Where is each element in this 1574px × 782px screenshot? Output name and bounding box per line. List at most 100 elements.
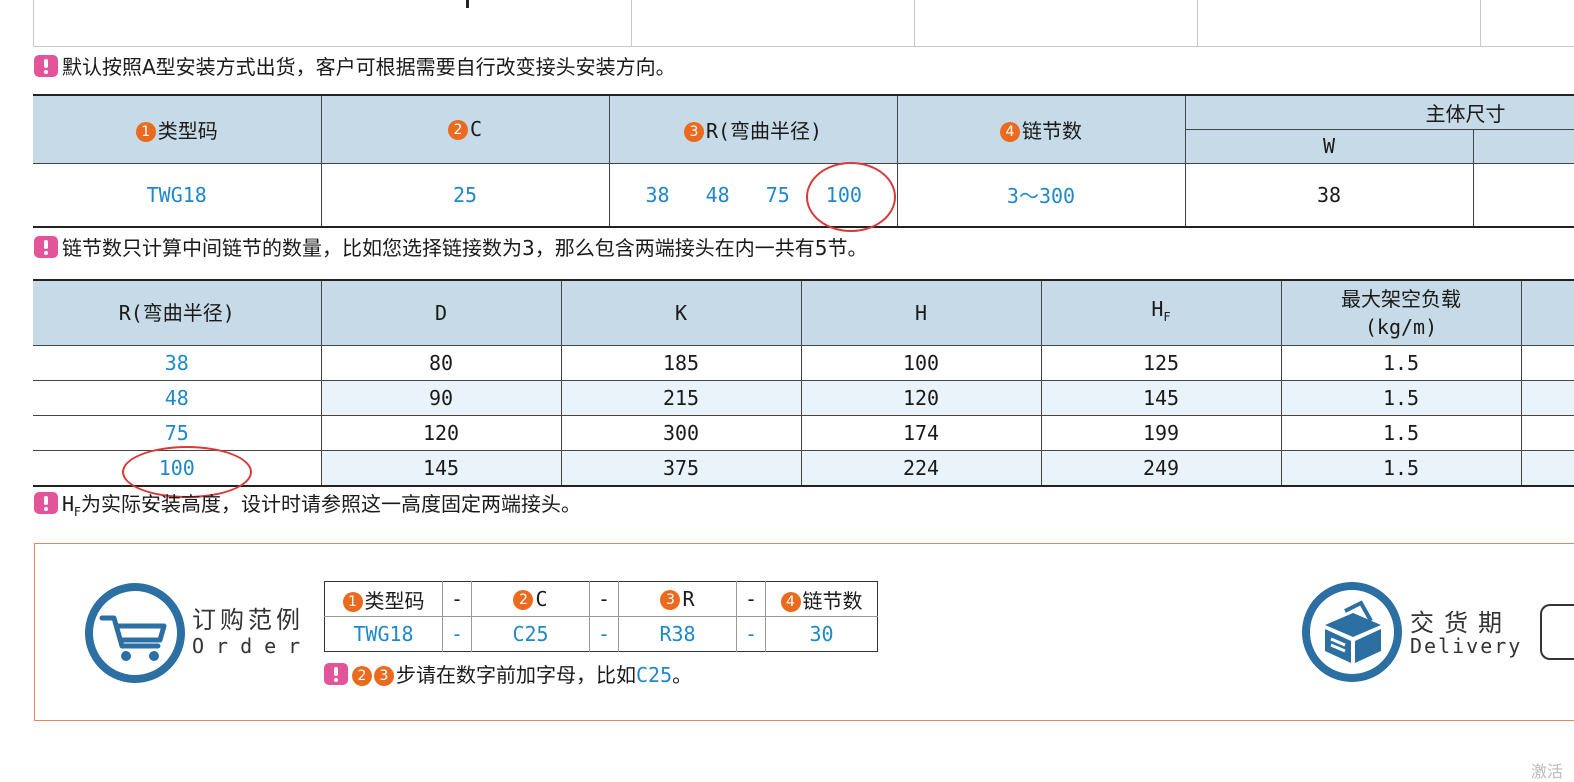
- header-blank: [1473, 129, 1574, 163]
- dim-hf: 145: [1041, 381, 1281, 416]
- hf-note-text: 为实际安装高度，设计时请参照这一高度固定两端接头。: [81, 492, 581, 516]
- header-r-label: R(弯曲半径): [706, 119, 822, 143]
- table-row: 48 90 215 120 145 1.5: [33, 381, 1574, 416]
- dim-h: 120: [801, 381, 1041, 416]
- step-4-badge: 4: [781, 592, 801, 612]
- warning-icon: [34, 236, 58, 258]
- warning-icon: [34, 55, 58, 77]
- step-2-badge: 2: [513, 590, 533, 610]
- type-value: TWG18: [33, 163, 321, 227]
- order-note-example: C25: [636, 663, 672, 687]
- table-row: 38 80 185 100 125 1.5: [33, 346, 1574, 381]
- step-2-badge: 2: [448, 120, 468, 140]
- warning-icon: [324, 663, 348, 685]
- order-c-value: C25: [472, 617, 590, 652]
- top-cell: [1198, 0, 1481, 47]
- order-title-en: Order: [192, 634, 312, 658]
- dim-h: 100: [801, 346, 1041, 381]
- highlight-circle: [806, 162, 896, 232]
- dim-k: 300: [561, 416, 801, 451]
- header-r: 3R(弯曲半径): [609, 95, 897, 163]
- dim-header-h: H: [801, 280, 1041, 346]
- dim-r[interactable]: 38: [33, 346, 321, 381]
- dim-header-hf: HF: [1041, 280, 1281, 346]
- dash-separator: -: [443, 617, 472, 652]
- dash-separator: -: [737, 617, 766, 652]
- step-3-badge: 3: [684, 122, 704, 142]
- dim-k: 215: [561, 381, 801, 416]
- step-1-badge: 1: [136, 122, 156, 142]
- w-value: 38: [1185, 163, 1473, 227]
- dim-blank: [1521, 416, 1574, 451]
- table-row: 75 120 300 174 199 1.5: [33, 416, 1574, 451]
- r-option[interactable]: 75: [766, 183, 790, 207]
- dim-load: 1.5: [1281, 451, 1521, 487]
- order-header-c: 2C: [472, 582, 590, 617]
- top-cell: [915, 0, 1198, 47]
- step-2-badge: 2: [352, 666, 372, 686]
- r-option[interactable]: 38: [646, 183, 670, 207]
- dim-r[interactable]: 48: [33, 381, 321, 416]
- delivery-box-icon: [1301, 581, 1403, 683]
- links-note: 链节数只计算中间链节的数量，比如您选择链接数为3，那么包含两端接头在内一共有5节…: [34, 235, 867, 261]
- dim-header-r: R(弯曲半径): [33, 280, 321, 346]
- dim-header-load-line2: (kg/m): [1365, 315, 1437, 339]
- order-note: 23步请在数字前加字母，比如C25。: [324, 659, 692, 688]
- order-note-end: 。: [672, 663, 692, 687]
- dim-header-hf-label: H: [1151, 297, 1163, 321]
- dim-hf: 125: [1041, 346, 1281, 381]
- delivery-button-partial[interactable]: [1540, 604, 1574, 660]
- order-header-r-label: R: [682, 587, 694, 611]
- links-value: 3～300: [897, 163, 1185, 227]
- order-note-text: 步请在数字前加字母，比如: [396, 663, 636, 687]
- dimension-table: R(弯曲半径) D K H HF 最大架空负载(kg/m) 38 80 185 …: [33, 279, 1574, 487]
- install-note-text: 默认按照A型安装方式出货，客户可根据需要自行改变接头安装方向。: [62, 55, 676, 79]
- dim-k: 375: [561, 451, 801, 487]
- order-r-value: R38: [619, 617, 737, 652]
- header-w: W: [1185, 129, 1473, 163]
- activation-watermark: 激活: [1531, 758, 1563, 782]
- order-type-value: TWG18: [325, 617, 443, 652]
- dim-load: 1.5: [1281, 346, 1521, 381]
- order-header-type: 1类型码: [325, 582, 443, 617]
- c-value: 25: [321, 163, 609, 227]
- header-type-label: 类型码: [158, 119, 218, 143]
- dim-blank: [1521, 451, 1574, 487]
- dim-k: 185: [561, 346, 801, 381]
- top-cell: [632, 0, 915, 47]
- dash-separator: -: [590, 617, 619, 652]
- dim-header-k: K: [561, 280, 801, 346]
- order-header-links: 4链节数: [766, 582, 878, 617]
- dash-separator: -: [590, 582, 619, 617]
- dim-d: 80: [321, 346, 561, 381]
- order-header-r: 3R: [619, 582, 737, 617]
- delivery-title-cn: 交货期: [1410, 603, 1512, 638]
- dim-load: 1.5: [1281, 381, 1521, 416]
- step-1-badge: 1: [343, 592, 363, 612]
- dim-r[interactable]: 75: [33, 416, 321, 451]
- cursor-mark: [466, 0, 469, 8]
- header-c-label: C: [470, 117, 482, 141]
- order-table: 1类型码 - 2C - 3R - 4链节数 TWG18 - C25 - R38 …: [324, 581, 878, 652]
- top-cell: [34, 0, 632, 47]
- order-links-value: 30: [766, 617, 878, 652]
- step-3-badge: 3: [374, 666, 394, 686]
- top-partial-table: [33, 0, 1574, 47]
- order-header-c-label: C: [535, 587, 547, 611]
- dash-separator: -: [443, 582, 472, 617]
- dim-blank: [1521, 346, 1574, 381]
- step-4-badge: 4: [1000, 122, 1020, 142]
- header-c: 2C: [321, 95, 609, 163]
- r-option[interactable]: 48: [706, 183, 730, 207]
- header-main-dims-label: 主体尺寸: [1426, 102, 1506, 126]
- dim-d: 120: [321, 416, 561, 451]
- cart-icon: [84, 582, 186, 684]
- header-links-label: 链节数: [1022, 119, 1082, 143]
- header-type: 1类型码: [33, 95, 321, 163]
- dim-header-load: 最大架空负载(kg/m): [1281, 280, 1521, 346]
- hf-symbol: H: [62, 492, 74, 516]
- dim-d: 145: [321, 451, 561, 487]
- dim-h: 174: [801, 416, 1041, 451]
- dim-h: 224: [801, 451, 1041, 487]
- table-row: 100 145 375 224 249 1.5: [33, 451, 1574, 487]
